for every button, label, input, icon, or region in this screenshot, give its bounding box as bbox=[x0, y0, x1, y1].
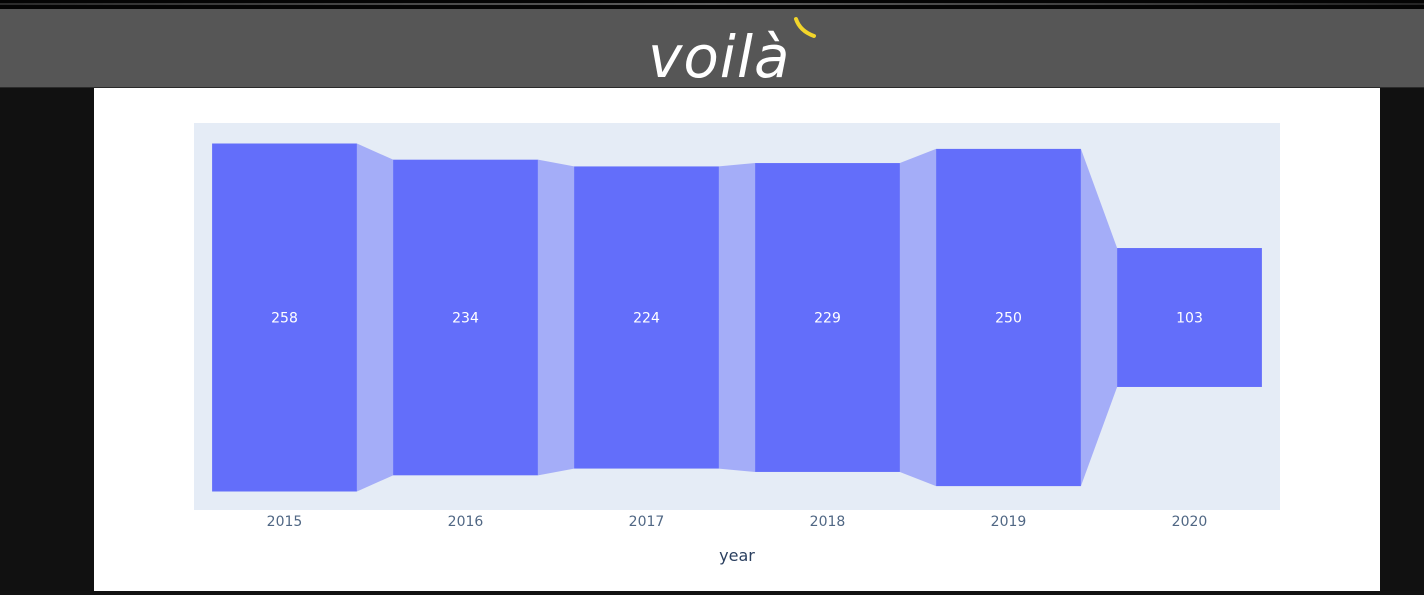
connector-2015-2016 bbox=[356, 143, 394, 492]
x-tick-labels: 2015 2016 2017 2018 2019 2020 bbox=[267, 514, 1208, 530]
x-tick-2019: 2019 bbox=[991, 514, 1027, 530]
bar-value-label-2016: 234 bbox=[452, 311, 479, 327]
x-tick-2020: 2020 bbox=[1172, 514, 1208, 530]
window-top-strip bbox=[0, 0, 1424, 9]
x-tick-2018: 2018 bbox=[810, 514, 846, 530]
bar-value-label-2017: 224 bbox=[633, 311, 660, 327]
x-axis-title: year bbox=[719, 546, 755, 565]
bar-value-label-2015: 258 bbox=[271, 311, 298, 327]
left-margin bbox=[0, 88, 94, 591]
notebook-output: 258 234 224 229 250 103 2015 2016 2017 2018 2019 2… bbox=[94, 88, 1380, 591]
logo-text: voilà bbox=[648, 23, 791, 87]
connector-2017-2018 bbox=[718, 163, 756, 472]
x-tick-2017: 2017 bbox=[629, 514, 665, 530]
voila-logo: voilà bbox=[648, 17, 816, 87]
funnel-chart: 258 234 224 229 250 103 2015 2016 2017 2018 2019 2… bbox=[194, 123, 1280, 565]
connector-2018-2019 bbox=[899, 148, 937, 487]
right-margin bbox=[1380, 88, 1424, 591]
bar-value-label-2019: 250 bbox=[995, 311, 1022, 327]
connector-2016-2017 bbox=[537, 159, 575, 476]
app-header: voilà bbox=[0, 9, 1424, 88]
x-tick-2016: 2016 bbox=[448, 514, 484, 530]
x-tick-2015: 2015 bbox=[267, 514, 303, 530]
logo-accent bbox=[794, 17, 816, 38]
bar-value-label-2020: 103 bbox=[1176, 311, 1203, 327]
bar-value-label-2018: 229 bbox=[814, 311, 841, 327]
